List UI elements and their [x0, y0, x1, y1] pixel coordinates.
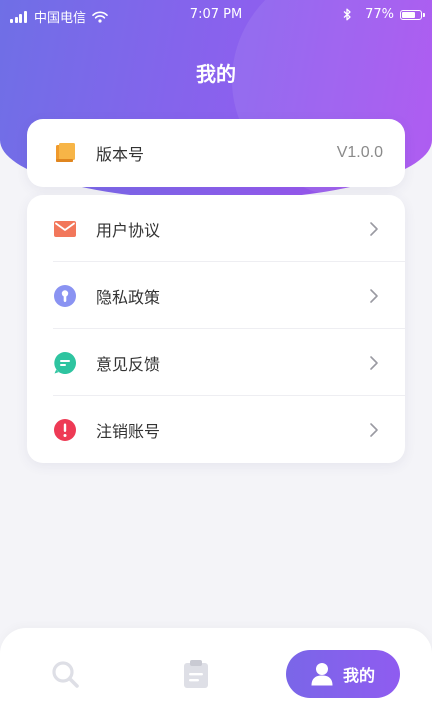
nav-item-mine[interactable]: 我的 — [286, 650, 400, 698]
lock-icon — [54, 285, 76, 307]
version-card: 版本号 V1.0.0 — [27, 119, 405, 187]
status-right: 77% — [343, 7, 425, 22]
page-title: 我的 — [196, 62, 236, 86]
book-icon — [56, 143, 75, 162]
person-icon — [311, 663, 333, 686]
menu-item-label: 隐私政策 — [96, 287, 161, 307]
battery-percent: 77% — [365, 7, 394, 22]
menu-item-user-agreement[interactable]: 用户协议 — [27, 195, 405, 262]
chevron-right-icon — [370, 221, 378, 236]
bluetooth-icon — [343, 8, 351, 21]
chevron-right-icon — [370, 355, 378, 370]
mail-icon — [54, 221, 76, 237]
version-label: 版本号 — [96, 144, 145, 164]
menu-item-label: 意见反馈 — [96, 354, 161, 374]
status-bar: 中国电信 7:07 PM 77% — [0, 0, 432, 32]
chat-icon — [54, 352, 76, 374]
menu-item-privacy-policy[interactable]: 隐私政策 — [27, 262, 405, 329]
version-value: V1.0.0 — [336, 143, 383, 161]
nav-item-label: 我的 — [342, 666, 375, 685]
chevron-right-icon — [370, 422, 378, 437]
menu-item-feedback[interactable]: 意见反馈 — [27, 329, 405, 396]
chevron-right-icon — [370, 288, 378, 303]
alert-icon — [54, 419, 76, 441]
clipboard-icon[interactable] — [182, 659, 210, 689]
menu-item-delete-account[interactable]: 注销账号 — [27, 396, 405, 463]
menu-item-label: 用户协议 — [96, 220, 161, 240]
menu-item-label: 注销账号 — [96, 421, 161, 441]
menu-card: 用户协议 隐私政策 意见反馈 注销账号 — [27, 195, 405, 463]
battery-icon — [400, 9, 425, 20]
bottom-nav: 我的 — [0, 628, 432, 720]
search-icon[interactable] — [50, 659, 80, 689]
battery-fill — [402, 11, 415, 18]
version-row: 版本号 V1.0.0 — [27, 119, 405, 186]
